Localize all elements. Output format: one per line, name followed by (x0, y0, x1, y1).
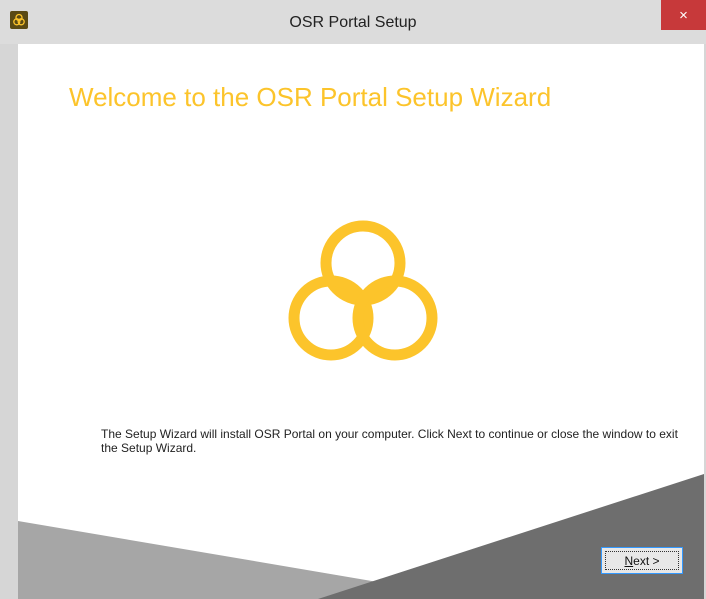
setup-window: OSR Portal Setup × Welcome to the OSR Po… (0, 0, 706, 599)
wizard-description: The Setup Wizard will install OSR Portal… (101, 427, 678, 455)
wizard-content: Welcome to the OSR Portal Setup Wizard T… (18, 44, 704, 599)
close-button[interactable]: × (661, 0, 706, 30)
osr-trefoil-logo-icon (288, 220, 438, 361)
close-icon: × (679, 7, 688, 24)
bg-right-shape (318, 474, 704, 599)
next-label: ext > (633, 553, 660, 568)
window-title: OSR Portal Setup (289, 14, 417, 31)
page-title: Welcome to the OSR Portal Setup Wizard (69, 82, 552, 112)
next-mnemonic: N (624, 553, 634, 568)
title-bar[interactable]: OSR Portal Setup × (0, 0, 706, 44)
next-button[interactable]: Next > (601, 547, 683, 574)
next-button-focus-ring: Next > (605, 551, 679, 570)
